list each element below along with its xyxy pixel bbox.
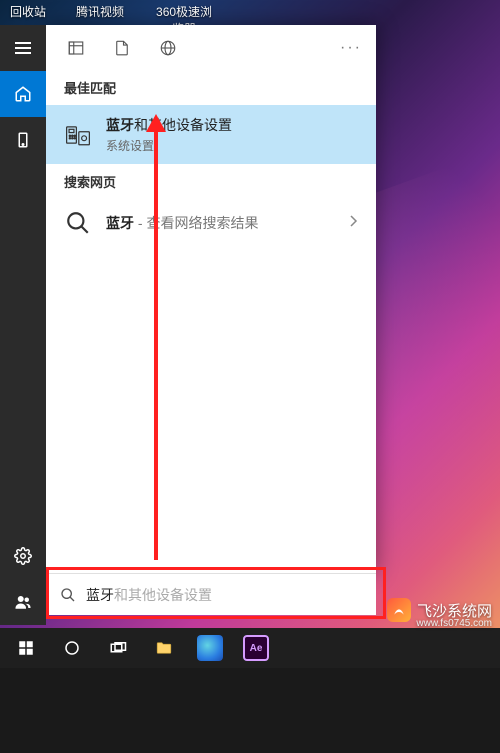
- window-icon: [67, 39, 85, 57]
- best-match-label: 最佳匹配: [46, 70, 376, 105]
- ae-icon: Ae: [243, 635, 269, 661]
- cortana-button[interactable]: [50, 628, 94, 668]
- search-web-label: 搜索网页: [46, 164, 376, 199]
- start-left-rail: [0, 25, 46, 625]
- taskbar: Ae: [0, 628, 500, 668]
- cortana-icon: [63, 639, 81, 657]
- search-icon: [60, 587, 76, 603]
- document-icon: [113, 39, 131, 57]
- menu-button[interactable]: [0, 25, 46, 71]
- watermark-logo-icon: [387, 598, 411, 622]
- file-explorer-button[interactable]: [142, 628, 186, 668]
- hamburger-icon: [15, 42, 31, 54]
- search-text[interactable]: 蓝牙和其他设备设置: [86, 585, 212, 605]
- search-results-panel: ··· 最佳匹配 蓝牙和其他设备设置 系统设置 搜索网页 蓝牙 - 查看网络搜索…: [46, 25, 376, 573]
- home-icon: [14, 85, 32, 103]
- mobile-button[interactable]: [0, 117, 46, 163]
- more-button[interactable]: ···: [336, 39, 366, 57]
- tab-documents[interactable]: [102, 30, 142, 66]
- folder-icon: [155, 639, 173, 657]
- result-web-search[interactable]: 蓝牙 - 查看网络搜索结果: [46, 199, 376, 247]
- chevron-right-icon: [348, 214, 358, 233]
- taskview-button[interactable]: [96, 628, 140, 668]
- home-button[interactable]: [0, 71, 46, 117]
- result-title: 蓝牙和其他设备设置: [106, 115, 358, 135]
- people-button[interactable]: [0, 579, 46, 625]
- edge-icon: [197, 635, 223, 661]
- watermark-url: www.fs0745.com: [416, 618, 492, 629]
- taskview-icon: [109, 639, 127, 657]
- result-bluetooth-settings[interactable]: 蓝牙和其他设备设置 系统设置: [46, 105, 376, 164]
- result-subtitle: 系统设置: [106, 137, 358, 154]
- tab-all[interactable]: [56, 30, 96, 66]
- search-icon: [64, 209, 92, 237]
- search-box[interactable]: 蓝牙和其他设备设置: [46, 573, 376, 615]
- gear-icon: [14, 547, 32, 565]
- device-icon: [14, 131, 32, 149]
- edge-button[interactable]: [188, 628, 232, 668]
- search-filter-tabs: ···: [46, 25, 376, 70]
- tab-web[interactable]: [148, 30, 188, 66]
- after-effects-button[interactable]: Ae: [234, 628, 278, 668]
- people-icon: [14, 593, 32, 611]
- start-button[interactable]: [4, 628, 48, 668]
- watermark: 飞沙系统网 www.fs0745.com: [387, 598, 492, 622]
- result-title: 蓝牙 - 查看网络搜索结果: [106, 213, 334, 233]
- globe-icon: [159, 39, 177, 57]
- devices-icon: [64, 121, 92, 149]
- settings-button[interactable]: [0, 533, 46, 579]
- windows-icon: [17, 639, 35, 657]
